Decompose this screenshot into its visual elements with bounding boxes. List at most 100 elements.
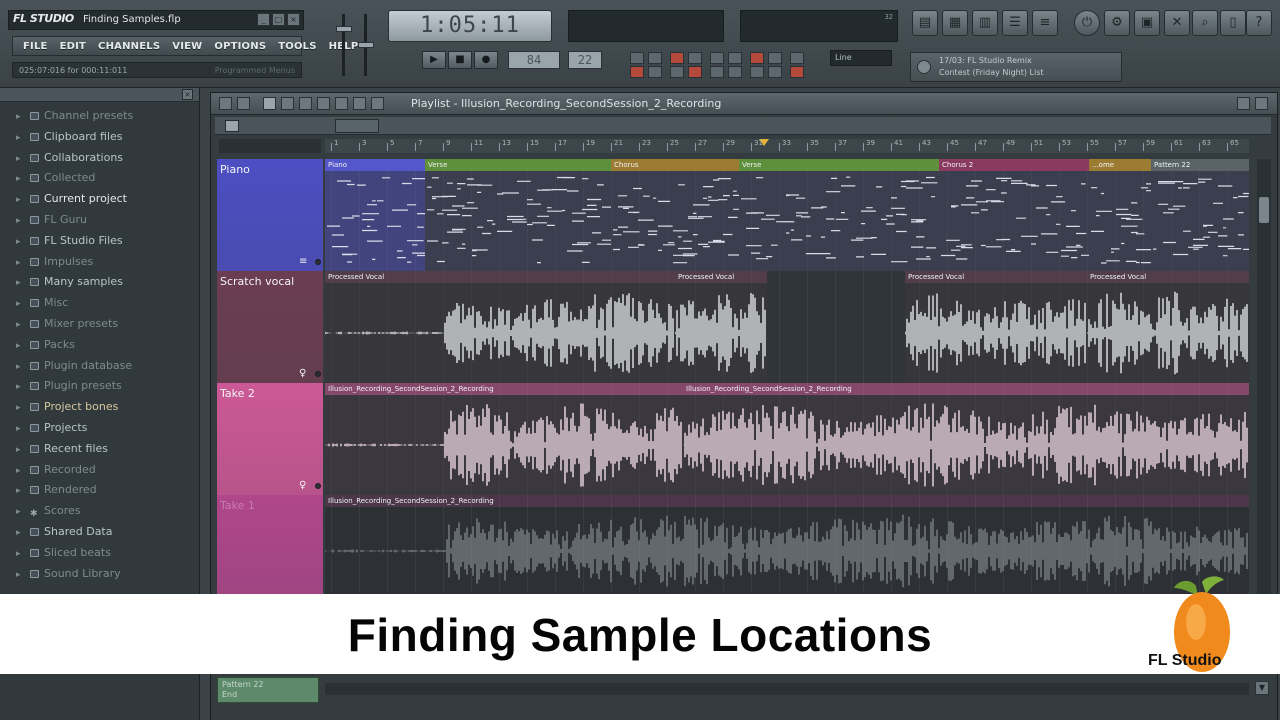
expand-arrow-icon[interactable]: ▸ bbox=[16, 398, 21, 418]
expand-arrow-icon[interactable]: ▸ bbox=[16, 128, 21, 148]
pencil-tool-icon[interactable] bbox=[237, 97, 250, 110]
browser-folder-item[interactable]: ▸ Plugin presets bbox=[14, 376, 194, 397]
slice-tool-icon[interactable] bbox=[317, 97, 330, 110]
expand-arrow-icon[interactable]: ▸ bbox=[16, 253, 21, 273]
piano-roll-icon[interactable]: ≡ bbox=[299, 257, 309, 267]
menu-options[interactable]: OPTIONS bbox=[208, 41, 272, 52]
option-toggle[interactable] bbox=[648, 52, 662, 64]
track-header-piano[interactable]: Piano ≡ bbox=[217, 159, 323, 271]
expand-arrow-icon[interactable]: ▸ bbox=[16, 315, 21, 335]
expand-arrow-icon[interactable]: ▸ bbox=[16, 357, 21, 377]
piano-pattern-clip[interactable] bbox=[425, 171, 611, 271]
browser-folder-item[interactable]: ▸ Collaborations bbox=[14, 148, 194, 169]
track-led[interactable] bbox=[315, 483, 321, 489]
expand-arrow-icon[interactable]: ▸ bbox=[16, 190, 21, 210]
track-led[interactable] bbox=[315, 259, 321, 265]
browser-folder-item[interactable]: ▸ Impulses bbox=[14, 252, 194, 273]
lane-take-2[interactable]: Illusion_Recording_SecondSession_2_Recor… bbox=[325, 383, 1249, 495]
option-toggle[interactable] bbox=[750, 66, 764, 78]
mute-tool-icon[interactable] bbox=[299, 97, 312, 110]
expand-arrow-icon[interactable]: ▸ bbox=[16, 149, 21, 169]
option-toggle[interactable] bbox=[688, 52, 702, 64]
paint-tool-icon[interactable] bbox=[263, 97, 276, 110]
option-toggle[interactable] bbox=[648, 66, 662, 78]
lane-take-1[interactable]: Illusion_Recording_SecondSession_2_Recor… bbox=[325, 495, 1249, 595]
step-sequencer-icon[interactable]: ▦ bbox=[942, 10, 968, 36]
take2-audio-clip-header[interactable]: Illusion_Recording_SecondSession_2_Recor… bbox=[325, 383, 683, 395]
take2-audio-clip[interactable] bbox=[325, 395, 683, 495]
playlist-menu-icon[interactable] bbox=[219, 97, 232, 110]
option-toggle[interactable] bbox=[768, 52, 782, 64]
option-toggle[interactable] bbox=[728, 52, 742, 64]
pattern-track-header[interactable]: Pattern 22 End bbox=[217, 677, 319, 703]
browser-folder-item[interactable]: ▸ Projects bbox=[14, 418, 194, 439]
piano-pattern-clip[interactable] bbox=[939, 171, 1089, 271]
browser-folder-item[interactable]: ▸ Packs bbox=[14, 335, 194, 356]
track-header-take-2[interactable]: Take 2 ♀ bbox=[217, 383, 323, 495]
expand-arrow-icon[interactable]: ▸ bbox=[16, 544, 21, 564]
piano-pattern-clip-header[interactable]: Pattern 22 bbox=[1151, 159, 1249, 171]
browser-folder-item[interactable]: ▸ FL Studio Files bbox=[14, 231, 194, 252]
audio-clip-icon[interactable]: ♀ bbox=[299, 369, 309, 379]
song-time-display[interactable]: 1:05:11 bbox=[388, 10, 552, 42]
master-pitch-slider[interactable] bbox=[358, 42, 374, 48]
tempo-display[interactable]: 84 bbox=[508, 51, 560, 69]
browser-folder-item[interactable]: ▸ FL Guru bbox=[14, 210, 194, 231]
vocal-audio-clip[interactable] bbox=[1087, 283, 1249, 383]
menu-file[interactable]: FILE bbox=[17, 41, 54, 52]
expand-arrow-icon[interactable]: ▸ bbox=[16, 440, 21, 460]
browser-folder-item[interactable]: ▸ Recorded bbox=[14, 460, 194, 481]
pattern-selector[interactable]: 22 bbox=[568, 51, 602, 69]
menu-channels[interactable]: CHANNELS bbox=[92, 41, 166, 52]
menu-edit[interactable]: EDIT bbox=[54, 41, 92, 52]
piano-pattern-clip[interactable] bbox=[1151, 171, 1249, 271]
plugin-icon[interactable]: ⚙ bbox=[1104, 10, 1130, 36]
vocal-audio-clip-header[interactable]: Processed Vocal bbox=[905, 271, 1087, 283]
lane-scratch-vocal[interactable]: Processed Vocal Processed Vocal Processed … bbox=[325, 271, 1249, 383]
option-toggle[interactable] bbox=[728, 66, 742, 78]
browser-folder-item[interactable]: ▸ Many samples bbox=[14, 272, 194, 293]
option-toggle[interactable] bbox=[630, 52, 644, 64]
browser-close-icon[interactable]: × bbox=[182, 89, 193, 100]
piano-pattern-clip[interactable] bbox=[325, 171, 425, 271]
expand-arrow-icon[interactable]: ▸ bbox=[16, 169, 21, 189]
option-toggle[interactable] bbox=[768, 66, 782, 78]
expand-arrow-icon[interactable]: ▸ bbox=[16, 232, 21, 252]
option-toggle[interactable] bbox=[790, 52, 804, 64]
browser-folder-item[interactable]: ▸ Clipboard files bbox=[14, 127, 194, 148]
delete-tool-icon[interactable] bbox=[281, 97, 294, 110]
vocal-audio-clip-header[interactable]: Processed Vocal bbox=[325, 271, 675, 283]
vocal-audio-clip[interactable] bbox=[325, 283, 675, 383]
close-icon[interactable]: ✕ bbox=[1164, 10, 1190, 36]
news-panel[interactable]: 17/03: FL Studio Remix Contest (Friday N… bbox=[910, 52, 1122, 82]
track-header-scratch-vocal[interactable]: Scratch vocal ♀ bbox=[217, 271, 323, 383]
browser-folder-item[interactable]: ▸ Misc bbox=[14, 293, 194, 314]
playlist-close-icon[interactable] bbox=[1255, 97, 1268, 110]
option-toggle[interactable] bbox=[670, 66, 684, 78]
browser-folder-item[interactable]: ▸ Channel presets bbox=[14, 106, 194, 127]
document-icon[interactable]: ▯ bbox=[1220, 10, 1246, 36]
browser-folder-item[interactable]: ▸ Sound Library bbox=[14, 564, 194, 585]
vocal-audio-clip[interactable] bbox=[675, 283, 767, 383]
vertical-scroll-thumb[interactable] bbox=[1259, 197, 1269, 223]
option-toggle[interactable] bbox=[750, 52, 764, 64]
option-toggle[interactable] bbox=[790, 66, 804, 78]
playback-tool-icon[interactable] bbox=[371, 97, 384, 110]
piano-pattern-clip-header[interactable]: ...ome bbox=[1089, 159, 1151, 171]
master-volume-slider[interactable] bbox=[336, 26, 352, 32]
option-toggle[interactable] bbox=[688, 66, 702, 78]
browser-folder-item[interactable]: ▸ Recent files bbox=[14, 439, 194, 460]
minimize-button[interactable]: _ bbox=[257, 13, 270, 26]
piano-pattern-clip[interactable] bbox=[739, 171, 939, 271]
browser-folder-item[interactable]: ▸ Plugin database bbox=[14, 356, 194, 377]
take2-audio-clip[interactable] bbox=[683, 395, 1249, 495]
piano-pattern-clip-header[interactable]: Chorus bbox=[611, 159, 739, 171]
track-header-take-1[interactable]: Take 1 bbox=[217, 495, 323, 595]
snap-selector[interactable]: Line bbox=[830, 50, 892, 66]
browser-folder-item[interactable]: ▸ Sliced beats bbox=[14, 543, 194, 564]
playlist-maximize-icon[interactable] bbox=[1237, 97, 1250, 110]
browser-folder-item[interactable]: ▸ Current project bbox=[14, 189, 194, 210]
piano-roll-icon[interactable]: ▥ bbox=[972, 10, 998, 36]
take2-audio-clip-header[interactable]: Illusion_Recording_SecondSession_2_Recor… bbox=[683, 383, 1249, 395]
play-button[interactable]: ▶ bbox=[422, 51, 446, 69]
